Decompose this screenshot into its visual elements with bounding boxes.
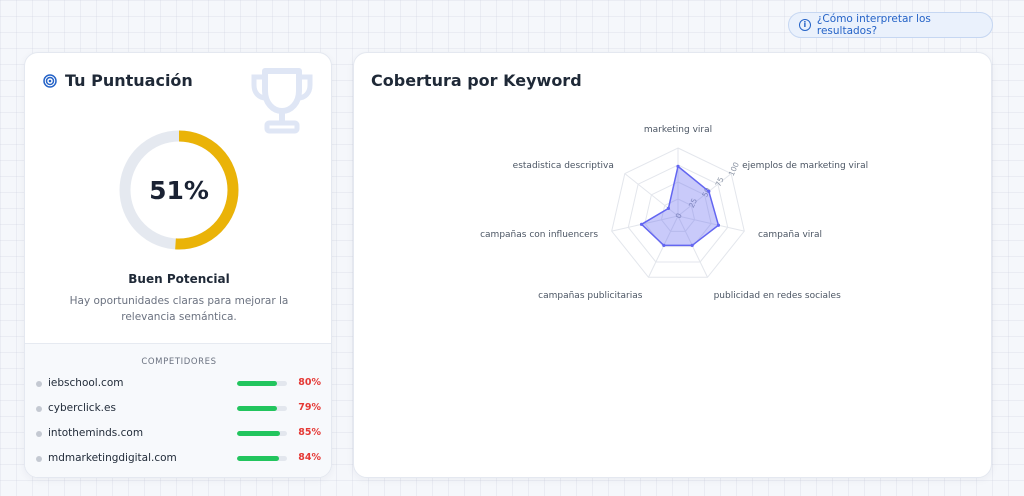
- radar-category-label: campañas con influencers: [480, 230, 598, 240]
- score-value: 51%: [149, 175, 209, 205]
- score-header: Tu Puntuación: [43, 71, 193, 90]
- score-title: Tu Puntuación: [65, 71, 193, 90]
- competitor-bar-fill: [237, 431, 280, 436]
- bullet-dot: [36, 406, 42, 412]
- score-level: Buen Potencial: [128, 272, 230, 286]
- bullet-dot: [36, 431, 42, 437]
- competitor-bar-fill: [237, 381, 277, 386]
- help-button[interactable]: i ¿Cómo interpretar los resultados?: [788, 12, 993, 38]
- competitor-percent: 80%: [298, 377, 321, 388]
- radar-data-point: [662, 243, 666, 248]
- competitor-name: mdmarketingdigital.com: [48, 452, 177, 464]
- info-icon: i: [799, 19, 811, 31]
- radar-data-point: [690, 243, 694, 248]
- score-card: Tu Puntuación 51% Buen Potencial Hay opo…: [24, 52, 332, 478]
- competitor-row: mdmarketingdigital.com 84%: [36, 451, 326, 467]
- radar-data-point: [707, 189, 711, 194]
- radar-data-point: [666, 206, 671, 210]
- radar-series-area: [640, 165, 720, 247]
- competitor-row: cyberclick.es 79%: [36, 401, 326, 417]
- trophy-icon: [251, 68, 313, 134]
- competitor-row: intotheminds.com 85%: [36, 426, 326, 442]
- radar-category-label: campaña viral: [758, 230, 822, 240]
- competitor-percent: 79%: [298, 402, 321, 413]
- help-button-label: ¿Cómo interpretar los resultados?: [816, 13, 931, 37]
- score-description: Hay oportunidades claras para mejorar la…: [69, 295, 289, 323]
- radar-data-point: [639, 222, 644, 226]
- radar-category-label: campañas publicitarias: [538, 291, 643, 301]
- competitor-bar: [237, 381, 287, 386]
- competitor-percent: 85%: [298, 427, 321, 438]
- competitor-percent: 84%: [298, 452, 321, 463]
- competitor-bar: [237, 431, 287, 436]
- radar-radial-tick-label: 75: [714, 175, 726, 188]
- radar-category-label: marketing viral: [644, 125, 712, 135]
- target-icon: [43, 73, 57, 88]
- keyword-coverage-card: Cobertura por Keyword 0 25 50 75 100 marketin…: [353, 52, 992, 478]
- radar-category-label: ejemplos de marketing viral: [742, 161, 868, 171]
- bullet-dot: [36, 456, 42, 462]
- radar-data-point: [716, 223, 721, 227]
- competitor-name: intotheminds.com: [48, 427, 144, 439]
- radar-category-label: estadistica descriptiva: [513, 161, 614, 171]
- competitor-name: cyberclick.es: [48, 402, 116, 414]
- competitor-bar-fill: [237, 406, 277, 411]
- competitor-bar: [237, 456, 287, 461]
- competitor-bar: [237, 406, 287, 411]
- bullet-dot: [36, 381, 42, 387]
- competitor-row: iebschool.com 80%: [36, 376, 326, 392]
- competitors-section: COMPETIDORES iebschool.com 80% cyberclic…: [25, 343, 331, 477]
- competitor-name: iebschool.com: [48, 377, 124, 389]
- competitor-bar-fill: [237, 456, 279, 461]
- radar-data-point: [676, 164, 680, 168]
- radar-radial-tick-label: 100: [727, 160, 741, 177]
- radar-category-label: publicidad en redes sociales: [714, 291, 842, 301]
- competitors-heading: COMPETIDORES: [141, 357, 217, 367]
- radar-chart: 0255075100marketing viralejemplos de mar…: [480, 125, 868, 301]
